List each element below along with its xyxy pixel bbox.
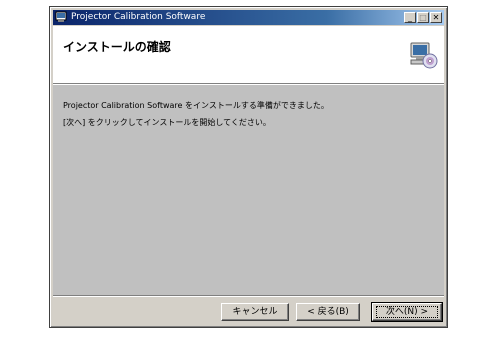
maximize-button[interactable]: □ [417,12,429,23]
back-button[interactable]: < 戻る(B) [296,303,360,321]
window-title: Projector Calibration Software [71,12,206,22]
instruction-message: [次へ] をクリックしてインストールを開始してください。 [63,118,271,127]
header-panel: インストールの確認 [53,26,444,83]
focus-rectangle [376,306,438,318]
footer-separator [53,295,444,297]
next-button[interactable]: 次へ(N) > [371,302,443,322]
content-area: Projector Calibration Software をインストールする… [53,85,444,295]
ready-message: Projector Calibration Software をインストールする… [63,101,329,110]
close-button[interactable]: ✕ [430,12,442,23]
installer-app-icon [55,11,67,22]
computer-cd-icon [410,42,438,69]
page-title: インストールの確認 [63,40,171,54]
minimize-button[interactable]: _ [404,12,416,23]
cancel-button[interactable]: キャンセル [221,303,289,321]
installer-window: Projector Calibration Software _ □ ✕ インス… [49,6,448,328]
title-bar[interactable]: Projector Calibration Software _ □ ✕ [53,10,444,25]
